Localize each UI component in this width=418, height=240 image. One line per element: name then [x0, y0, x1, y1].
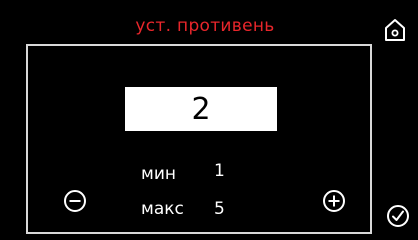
page-title: уст. противень [135, 16, 275, 36]
home-icon[interactable] [384, 18, 406, 42]
current-value: 2 [191, 91, 211, 127]
plus-circle-icon[interactable] [322, 189, 346, 213]
value-display: 2 [125, 87, 277, 131]
min-label: мин [141, 164, 176, 184]
check-circle-icon[interactable] [386, 204, 410, 228]
minus-circle-icon[interactable] [63, 189, 87, 213]
max-value: 5 [214, 199, 225, 219]
max-label: макс [141, 199, 184, 219]
min-value: 1 [214, 161, 225, 181]
